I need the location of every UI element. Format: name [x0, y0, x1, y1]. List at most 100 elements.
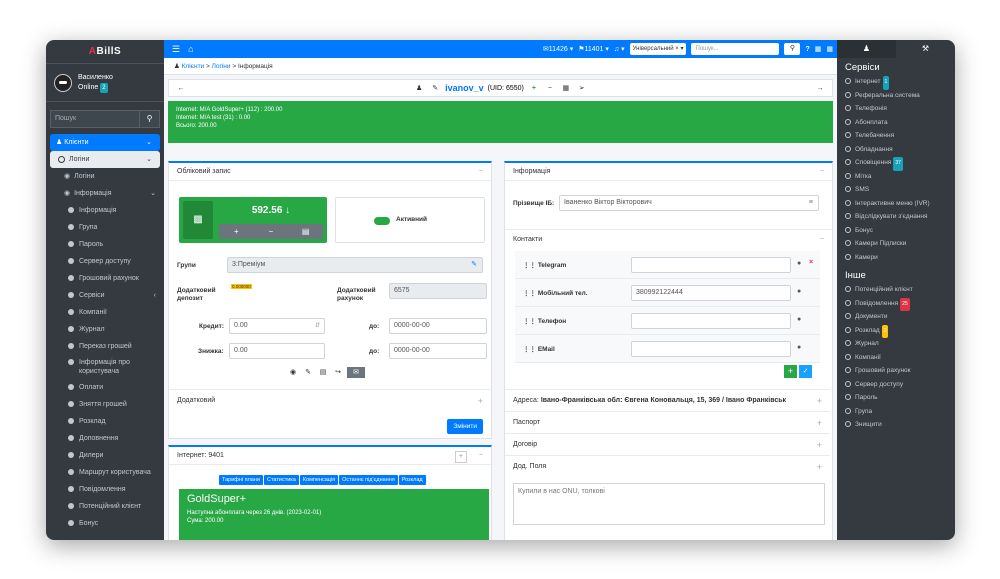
top-search-icon[interactable]: ⚲ — [784, 43, 801, 55]
right-sidebar-item[interactable]: Компанії — [837, 351, 955, 365]
sidebar-item[interactable]: Група — [46, 219, 164, 236]
right-sidebar-item[interactable]: Камери — [837, 251, 955, 265]
fio-field[interactable]: Іваненко Віктор Вікторович ≡ — [559, 195, 819, 211]
right-sidebar-item[interactable]: Група — [837, 405, 955, 419]
drag-handle-icon[interactable]: ⋮⋮ — [523, 262, 536, 269]
right-sidebar-item[interactable]: Документи — [837, 310, 955, 324]
sidebar-item[interactable]: Пароль — [46, 236, 164, 253]
add-icon[interactable]: + — [528, 83, 540, 94]
right-sidebar-item[interactable]: Мітка — [837, 170, 955, 184]
right-sidebar-item[interactable]: Реферальна система — [837, 89, 955, 103]
groups-field[interactable]: 3:Преміум ✎ — [227, 257, 483, 273]
print-icon[interactable]: ▤ — [288, 224, 323, 239]
sidebar-item[interactable]: Журнал — [46, 321, 164, 338]
expand-icon[interactable]: + — [478, 390, 483, 412]
list-icon[interactable]: ≡ — [809, 196, 813, 210]
internet-tab[interactable]: Розклад — [398, 475, 426, 485]
contact-input[interactable] — [631, 341, 791, 357]
sidebar-item[interactable]: Сервер доступу — [46, 253, 164, 270]
copy-icon[interactable]: ▤ — [317, 367, 329, 378]
sidebar-item[interactable]: Логіни ⌄ — [50, 151, 160, 168]
status-toggle[interactable] — [374, 217, 390, 225]
right-sidebar-item[interactable]: Пароль — [837, 391, 955, 405]
contact-input[interactable] — [631, 313, 791, 329]
contract-row[interactable]: Договір + — [505, 433, 830, 455]
right-sidebar-item[interactable]: Сервер доступу — [837, 378, 955, 392]
edit-group-icon[interactable]: ✎ — [471, 258, 477, 272]
withdraw-money-button[interactable]: − — [254, 224, 289, 239]
sidebar-item[interactable]: ◉ Інформація ⌄ — [46, 185, 164, 202]
tag-icon[interactable]: ➢ — [576, 83, 588, 94]
sidebar-item[interactable]: Переказ грошей — [46, 338, 164, 355]
right-sidebar-item[interactable]: Повідомлення 25 — [837, 297, 955, 311]
sidebar-item[interactable]: Компанії — [46, 304, 164, 321]
expand-icon[interactable]: + — [813, 390, 822, 411]
breadcrumb-logins[interactable]: Логіни — [212, 63, 231, 70]
contact-input[interactable]: 380992122444 — [631, 285, 791, 301]
mail-icon[interactable]: ✉11426 ▾ — [543, 45, 573, 53]
edit-icon[interactable]: ✎ — [429, 83, 441, 94]
right-sidebar-item[interactable]: Телебачення — [837, 129, 955, 143]
discount-input[interactable]: 0.00 — [229, 343, 325, 359]
expand-icon[interactable]: + — [817, 412, 822, 434]
right-sidebar-item[interactable]: SMS — [837, 183, 955, 197]
add-contact-button[interactable]: + — [784, 365, 797, 378]
right-sidebar-item[interactable]: Потенційний клієнт — [837, 283, 955, 297]
right-sidebar-item[interactable]: Інтерактивне меню (IVR) — [837, 197, 955, 211]
bell-icon[interactable]: ♫ ▾ — [614, 45, 625, 53]
menu-icon[interactable]: ☰ — [172, 44, 180, 55]
search-icon[interactable]: ⚲ — [140, 110, 160, 128]
save-contact-button[interactable]: ✓ — [799, 365, 812, 378]
sidebar-item[interactable]: Дилери — [46, 447, 164, 464]
back-arrow-icon[interactable]: ← — [175, 83, 187, 94]
collapse-icon[interactable]: − — [820, 230, 824, 250]
sidebar-item[interactable]: Розклад — [46, 413, 164, 430]
collapse-icon[interactable]: − — [479, 447, 483, 465]
change-button[interactable]: Змінити — [447, 419, 483, 434]
right-sidebar-item[interactable]: Телефонія — [837, 102, 955, 116]
comment-icon[interactable]: ● — [797, 260, 801, 267]
collapse-icon[interactable]: − — [479, 163, 483, 181]
flag-icon[interactable]: ⚑11401 ▾ — [578, 45, 609, 53]
drag-handle-icon[interactable]: ⋮⋮ — [523, 290, 536, 297]
extra-fields-row[interactable]: Дод. Поля + — [505, 455, 830, 477]
internet-tab[interactable]: Компенсація — [299, 475, 339, 485]
wrench-tab-icon[interactable]: ⚒ — [896, 40, 955, 58]
sidebar-item[interactable]: Повідомлення — [46, 481, 164, 498]
internet-tab[interactable]: Останнє під'єднання — [339, 475, 398, 485]
credit-input[interactable]: 0.00 ⇵ — [229, 318, 325, 334]
sidebar-item[interactable]: Маршрут користувача — [46, 464, 164, 481]
add-service-icon[interactable]: + — [454, 451, 467, 463]
drag-handle-icon[interactable]: ⋮⋮ — [523, 318, 536, 325]
right-sidebar-item[interactable]: Журнал — [837, 337, 955, 351]
pencil-icon[interactable]: ✎ — [302, 367, 314, 378]
contact-input[interactable] — [631, 257, 791, 273]
extra-section[interactable]: Додатковий + — [169, 389, 491, 411]
sidebar-item[interactable]: Оплати — [46, 379, 164, 396]
right-sidebar-item[interactable]: Сповіщення 37 — [837, 156, 955, 171]
right-sidebar-item[interactable]: Абонплата — [837, 116, 955, 130]
credit-date-input[interactable]: 0000-00-00 — [389, 318, 487, 334]
internet-tab[interactable]: Тарифні плани — [219, 475, 263, 485]
extra-account-field[interactable]: 6575 — [389, 283, 487, 299]
universal-select[interactable]: Універсальний × ▾ — [629, 43, 687, 55]
sidebar-item[interactable]: Зняття грошей — [46, 396, 164, 413]
spinner-icon[interactable]: ⇵ — [315, 319, 320, 333]
right-sidebar-item[interactable]: Відслідкувати з'єднання — [837, 210, 955, 224]
add-money-button[interactable]: + — [219, 224, 254, 239]
comment-icon[interactable]: ● — [797, 344, 801, 351]
comment-textarea[interactable]: Купили в нас ONU, толкові — [513, 483, 825, 525]
user-icon[interactable]: ♟ — [413, 83, 425, 94]
discount-date-input[interactable]: 0000-00-00 — [389, 343, 487, 359]
sidebar-item[interactable]: ♟ Клієнти ⌄ — [50, 134, 160, 151]
home-icon[interactable]: ⌂ — [188, 44, 193, 55]
right-sidebar-item[interactable]: Обладнання — [837, 143, 955, 157]
comment-icon[interactable]: ● — [797, 288, 801, 295]
logo[interactable]: ABillS — [46, 40, 164, 64]
sidebar-item[interactable]: Доповнення — [46, 430, 164, 447]
sidebar-item[interactable]: Бонус — [46, 515, 164, 532]
sidebar-search-input[interactable]: Пошук — [50, 110, 140, 128]
top-search-input[interactable]: Пошук... — [691, 43, 780, 55]
expand-icon[interactable]: + — [817, 434, 822, 456]
sidebar-item[interactable]: ◉ Логіни — [46, 168, 164, 185]
